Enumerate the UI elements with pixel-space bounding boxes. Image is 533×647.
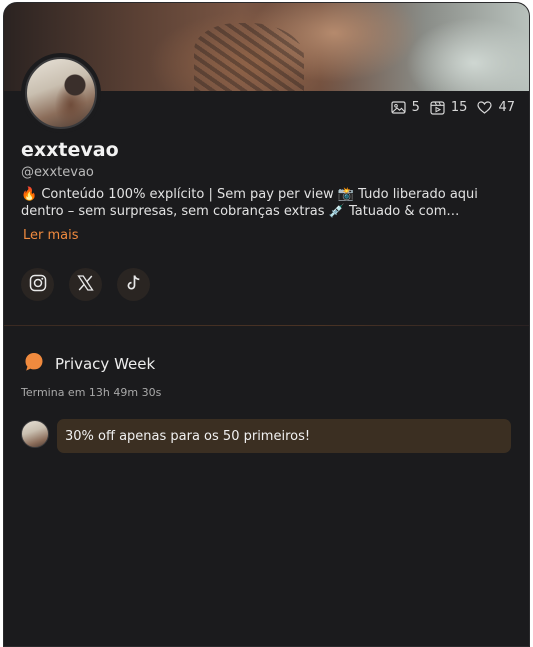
profile-handle: @exxtevao [21, 165, 94, 180]
stat-photos-count: 5 [411, 100, 420, 115]
avatar-frame [21, 53, 101, 133]
x-button[interactable] [69, 268, 102, 301]
profile-bio: 🔥 Conteúdo 100% explícito | Sem pay per … [21, 187, 478, 219]
chat-bubble-icon [23, 351, 45, 377]
promo-countdown: Termina em 13h 49m 30s [21, 386, 162, 399]
section-divider [4, 325, 529, 326]
avatar[interactable] [25, 57, 97, 129]
social-links [21, 268, 150, 301]
x-icon [77, 274, 94, 295]
profile-card: 5 15 47 exxtevao @exxtevao 🔥 Conteúdo 10… [3, 2, 530, 647]
promo-title: Privacy Week [55, 355, 156, 373]
cover-photo-detail [194, 23, 304, 91]
promo-header: Privacy Week [23, 351, 155, 377]
instagram-button[interactable] [21, 268, 54, 301]
read-more-link[interactable]: Ler mais [23, 228, 79, 243]
video-icon [430, 100, 445, 115]
tiktok-icon [126, 274, 142, 295]
message-avatar [21, 420, 49, 448]
instagram-icon [29, 274, 47, 296]
promo-message-text: 30% off apenas para os 50 primeiros! [65, 428, 311, 444]
stat-photos: 5 [391, 100, 420, 115]
image-icon [391, 101, 406, 114]
stat-videos: 15 [430, 100, 468, 115]
stat-likes: 47 [477, 100, 515, 115]
tiktok-button[interactable] [117, 268, 150, 301]
stat-likes-count: 47 [498, 100, 515, 115]
promo-message: 30% off apenas para os 50 primeiros! [57, 419, 511, 453]
profile-name: exxtevao [21, 139, 119, 161]
stat-videos-count: 15 [450, 100, 468, 115]
heart-icon [477, 101, 493, 114]
profile-stats: 5 15 47 [391, 100, 515, 115]
